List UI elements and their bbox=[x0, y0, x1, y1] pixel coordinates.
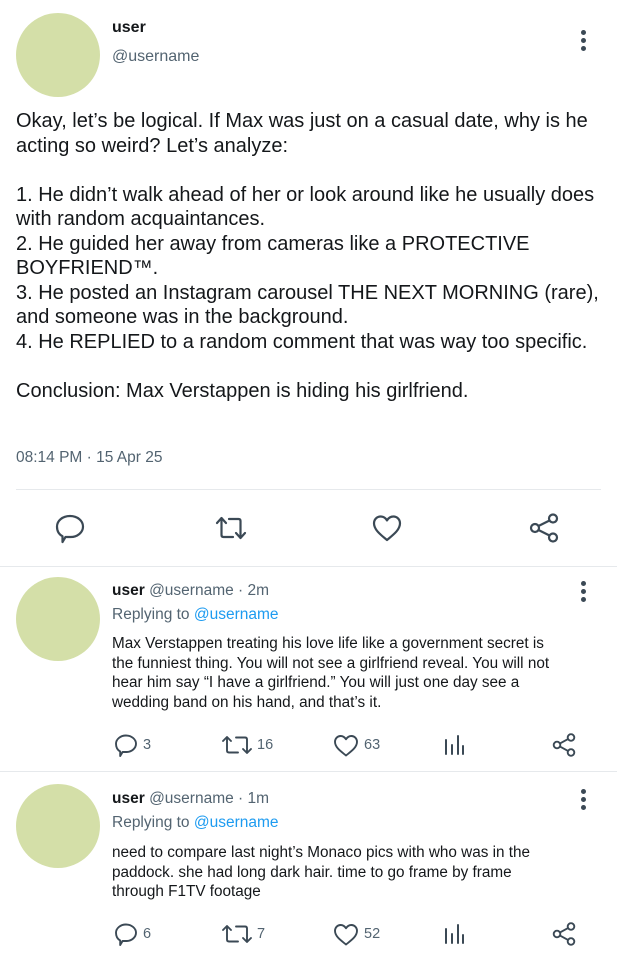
post-text-line: 2. He guided her away from cameras like … bbox=[16, 232, 530, 255]
like-count: 52 bbox=[364, 926, 381, 942]
post-text-line: 4. He REPLIED to a random comment that w… bbox=[16, 330, 588, 353]
like-icon bbox=[334, 735, 358, 757]
post-text-line: 1. He didn’t walk ahead of her or look a… bbox=[16, 183, 595, 206]
retweet-icon bbox=[222, 925, 252, 943]
post-text-line: with random acquaintances. bbox=[16, 208, 266, 230]
avatar[interactable] bbox=[16, 13, 100, 97]
replying-label: Replying to bbox=[112, 814, 190, 831]
divider bbox=[16, 489, 601, 490]
reply-button[interactable]: 6 bbox=[113, 921, 151, 947]
mention-link[interactable]: @username bbox=[194, 606, 279, 623]
main-post: user @username Okay, let’s be logical. I… bbox=[0, 0, 617, 567]
retweet-icon bbox=[222, 736, 252, 754]
post-text: Okay, let’s be logical. If Max was just … bbox=[16, 109, 612, 403]
replying-label: Replying to bbox=[112, 606, 190, 623]
like-icon[interactable] bbox=[370, 511, 404, 545]
share-icon bbox=[552, 733, 576, 757]
like-button[interactable]: 52 bbox=[332, 921, 380, 947]
avatar[interactable] bbox=[16, 577, 100, 661]
more-options-icon[interactable] bbox=[573, 28, 593, 56]
post-text-line: BOYFRIEND™. bbox=[16, 257, 159, 279]
reply-icon bbox=[115, 734, 137, 757]
display-name[interactable]: user bbox=[112, 19, 146, 37]
reply-text-line: need to compare last night’s Monaco pics… bbox=[112, 844, 531, 861]
share-icon[interactable] bbox=[527, 511, 561, 545]
mention-link[interactable]: @username bbox=[194, 814, 279, 831]
display-name[interactable]: user bbox=[112, 582, 145, 599]
reply-icon bbox=[115, 923, 137, 946]
replying-to: Replying to @username bbox=[112, 606, 279, 624]
share-button[interactable] bbox=[550, 732, 578, 758]
reply-icon[interactable] bbox=[53, 511, 87, 545]
reply-text-line: hear him say “I have a girlfriend.” You … bbox=[112, 674, 520, 691]
post-timestamp[interactable]: 08:14 PM · 15 Apr 25 bbox=[16, 449, 162, 467]
analytics-button[interactable] bbox=[442, 732, 466, 758]
reply-header: user @username · 2m bbox=[112, 582, 269, 600]
reply-count: 6 bbox=[143, 926, 152, 942]
reply-item[interactable]: user @username · 2m Replying to @usernam… bbox=[0, 567, 617, 772]
analytics-icon bbox=[445, 924, 464, 944]
avatar[interactable] bbox=[16, 784, 100, 868]
reply-text: Max Verstappen treating his love life li… bbox=[112, 634, 602, 712]
retweet-button[interactable]: 16 bbox=[221, 732, 273, 758]
reply-text: need to compare last night’s Monaco pics… bbox=[112, 843, 602, 902]
analytics-icon bbox=[445, 735, 464, 755]
reply-text-line: wedding band on his hand, and that’s it. bbox=[112, 693, 382, 711]
post-text-line: and someone was in the background. bbox=[16, 306, 349, 328]
reply-header: user @username · 1m bbox=[112, 790, 269, 808]
like-count: 63 bbox=[364, 737, 381, 753]
reply-text-line: the funniest thing. You will not see a g… bbox=[112, 654, 550, 672]
retweet-icon[interactable] bbox=[214, 511, 248, 545]
user-handle[interactable]: @username bbox=[112, 48, 199, 66]
retweet-count: 7 bbox=[257, 926, 266, 942]
display-name[interactable]: user bbox=[112, 790, 145, 807]
more-options-icon[interactable] bbox=[573, 581, 593, 605]
retweet-button[interactable]: 7 bbox=[221, 921, 265, 947]
handle-time: @username · 2m bbox=[149, 582, 270, 599]
share-icon bbox=[552, 922, 576, 946]
post-text-line bbox=[16, 354, 612, 379]
post-text-line: 3. He posted an Instagram carousel THE N… bbox=[16, 281, 599, 304]
reply-button[interactable]: 3 bbox=[113, 732, 151, 758]
reply-count: 3 bbox=[143, 737, 152, 753]
reply-text-line: through F1TV footage bbox=[112, 883, 261, 900]
reply-text-line: paddock. she had long dark hair. time to… bbox=[112, 863, 512, 881]
reply-text-line: Max Verstappen treating his love life li… bbox=[112, 635, 544, 652]
reply-item[interactable]: user @username · 1m Replying to @usernam… bbox=[0, 772, 617, 960]
post-text-line: Okay, let’s be logical. If Max was just … bbox=[16, 110, 588, 132]
post-text-line bbox=[16, 158, 612, 183]
like-icon bbox=[334, 924, 358, 946]
post-text-line: Conclusion: Max Verstappen is hiding his… bbox=[16, 379, 469, 402]
handle-time: @username · 1m bbox=[149, 790, 270, 807]
share-button[interactable] bbox=[550, 921, 578, 947]
retweet-count: 16 bbox=[257, 737, 274, 753]
more-options-icon[interactable] bbox=[573, 789, 593, 813]
analytics-button[interactable] bbox=[442, 921, 466, 947]
replying-to: Replying to @username bbox=[112, 814, 279, 832]
like-button[interactable]: 63 bbox=[332, 732, 380, 758]
post-text-line: acting so weird? Let’s analyze: bbox=[16, 134, 289, 157]
